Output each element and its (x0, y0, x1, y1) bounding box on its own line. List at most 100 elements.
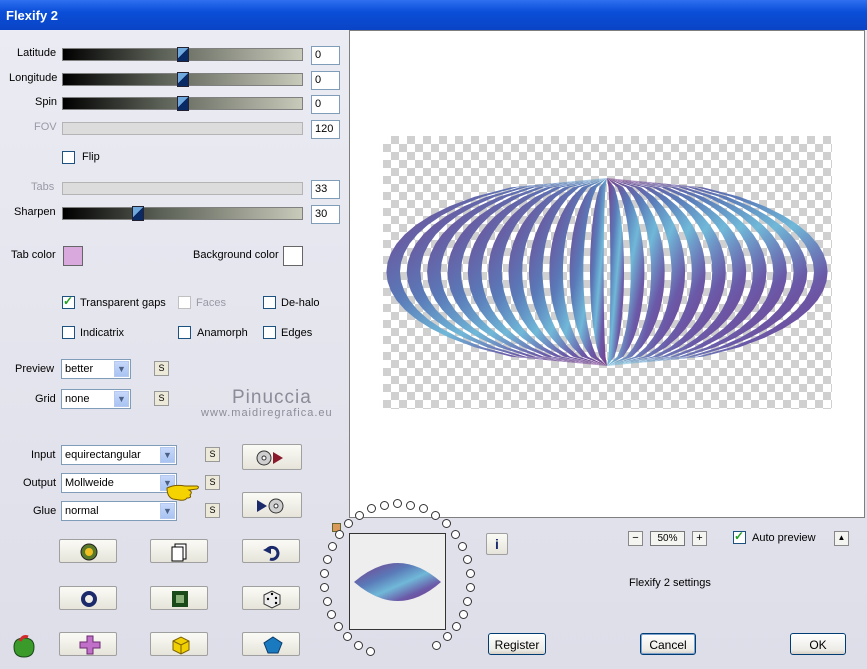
page-button[interactable] (150, 539, 208, 563)
navigator-dot[interactable] (327, 541, 337, 551)
pentagon-icon (263, 636, 283, 654)
title-bar: Flexify 2 (0, 0, 867, 30)
navigator-dot[interactable] (320, 568, 330, 578)
output-label: Output (23, 477, 57, 489)
de-halo-checkbox[interactable] (263, 296, 276, 309)
pointing-hand-icon (166, 484, 199, 501)
chevron-down-icon[interactable]: ▼ (114, 391, 129, 407)
navigator-dot[interactable] (463, 554, 473, 564)
latitude-slider-thumb[interactable] (177, 47, 189, 62)
load-preset-button[interactable] (242, 444, 302, 470)
play-disc-icon (257, 498, 284, 514)
sharpen-slider[interactable] (62, 206, 303, 221)
grid-s-button[interactable]: S (154, 391, 169, 406)
background-color-swatch[interactable] (283, 246, 303, 266)
navigator-dot[interactable] (320, 582, 330, 592)
navigator-dot[interactable] (334, 529, 344, 539)
output-select[interactable]: Mollweide ▼ (61, 473, 177, 493)
save-preset-button[interactable] (242, 492, 302, 518)
chevron-down-icon[interactable]: ▼ (160, 447, 175, 463)
indicatrix-checkbox[interactable] (62, 326, 75, 339)
navigator-dot[interactable] (458, 609, 468, 619)
longitude-slider[interactable] (62, 72, 303, 87)
edges-checkbox[interactable] (263, 326, 276, 339)
latitude-slider[interactable] (62, 47, 303, 62)
register-button[interactable]: Register (488, 633, 546, 655)
plus-shape-icon (79, 635, 101, 655)
fov-label: FOV (34, 121, 57, 133)
spin-field[interactable]: 0 (311, 95, 340, 114)
navigator-dot[interactable] (431, 640, 441, 650)
status-text: Flexify 2 settings (629, 577, 711, 589)
navigator-thumbnail[interactable] (349, 533, 446, 630)
sharpen-field[interactable]: 30 (311, 205, 340, 224)
preview-select[interactable]: better ▼ (61, 359, 131, 379)
tabs-label: Tabs (31, 181, 55, 193)
output-s-button[interactable]: S (205, 475, 220, 490)
latitude-label: Latitude (17, 47, 57, 59)
fov-field[interactable]: 120 (311, 120, 340, 139)
spin-slider-thumb[interactable] (177, 96, 189, 111)
pentagon-button[interactable] (242, 632, 300, 656)
glue-s-button[interactable]: S (205, 503, 220, 518)
input-select[interactable]: equirectangular ▼ (61, 445, 177, 465)
longitude-field[interactable]: 0 (311, 71, 340, 90)
sharpen-slider-thumb[interactable] (132, 206, 144, 221)
background-color-label: Background color (193, 249, 279, 261)
longitude-slider-thumb[interactable] (177, 72, 189, 87)
anamorph-checkbox[interactable] (178, 326, 191, 339)
zoom-level: 50% (650, 531, 685, 546)
transparent-gaps-checkbox[interactable] (62, 294, 75, 309)
navigator-dot[interactable] (406, 500, 416, 510)
navigator-dot[interactable] (463, 596, 473, 606)
undo-button[interactable] (242, 539, 300, 563)
navigator-dot[interactable] (465, 568, 475, 578)
chevron-down-icon[interactable]: ▼ (160, 503, 175, 519)
mollweide-projection-image (386, 178, 828, 366)
cube-icon (172, 636, 190, 655)
zoom-out-button[interactable]: − (628, 531, 643, 546)
plus-shape-button[interactable] (59, 632, 117, 656)
preview-select-value: better (65, 363, 94, 375)
collapse-button[interactable]: ▲ (834, 531, 849, 546)
flip-checkbox[interactable] (62, 151, 75, 164)
grid-label: Grid (35, 393, 56, 405)
dice-button[interactable] (242, 586, 300, 610)
tab-color-swatch[interactable] (63, 246, 83, 266)
fov-slider (62, 122, 303, 135)
flexify-logo-icon (13, 635, 35, 658)
ok-button[interactable]: OK (790, 633, 846, 655)
navigator-dot[interactable] (465, 582, 475, 592)
watermark-name: Pinuccia (232, 387, 312, 408)
navigator-dot[interactable] (354, 510, 364, 520)
settings-wheel-button[interactable] (59, 539, 117, 563)
chevron-down-icon[interactable]: ▼ (114, 361, 129, 377)
longitude-label: Longitude (9, 72, 58, 84)
navigator-dot[interactable] (442, 632, 452, 642)
navigator-dot[interactable] (354, 640, 364, 650)
ring-button[interactable] (59, 586, 117, 610)
flip-label: Flip (82, 151, 100, 163)
cancel-button[interactable]: Cancel (640, 633, 696, 655)
preview-canvas[interactable] (349, 30, 865, 518)
glue-select[interactable]: normal ▼ (61, 501, 177, 521)
navigator-dot[interactable] (322, 554, 332, 564)
zoom-in-button[interactable]: + (692, 531, 707, 546)
navigator-dot[interactable] (379, 500, 389, 510)
spin-slider[interactable] (62, 96, 303, 111)
input-s-button[interactable]: S (205, 447, 220, 462)
preview-s-button[interactable]: S (154, 361, 169, 376)
cube-button[interactable] (150, 632, 208, 656)
square-frame-button[interactable] (150, 586, 208, 610)
output-select-value: Mollweide (65, 477, 114, 489)
grid-select[interactable]: none ▼ (61, 389, 131, 409)
tabs-field[interactable]: 33 (311, 180, 340, 199)
latitude-field[interactable]: 0 (311, 46, 340, 65)
navigator-dot[interactable] (458, 541, 468, 551)
navigator-dot[interactable] (322, 596, 332, 606)
info-button[interactable]: i (486, 533, 508, 555)
disc-play-icon (256, 450, 283, 466)
auto-preview-checkbox[interactable] (733, 529, 746, 544)
navigator-dot[interactable] (451, 529, 461, 539)
navigator-dot[interactable] (451, 621, 461, 631)
